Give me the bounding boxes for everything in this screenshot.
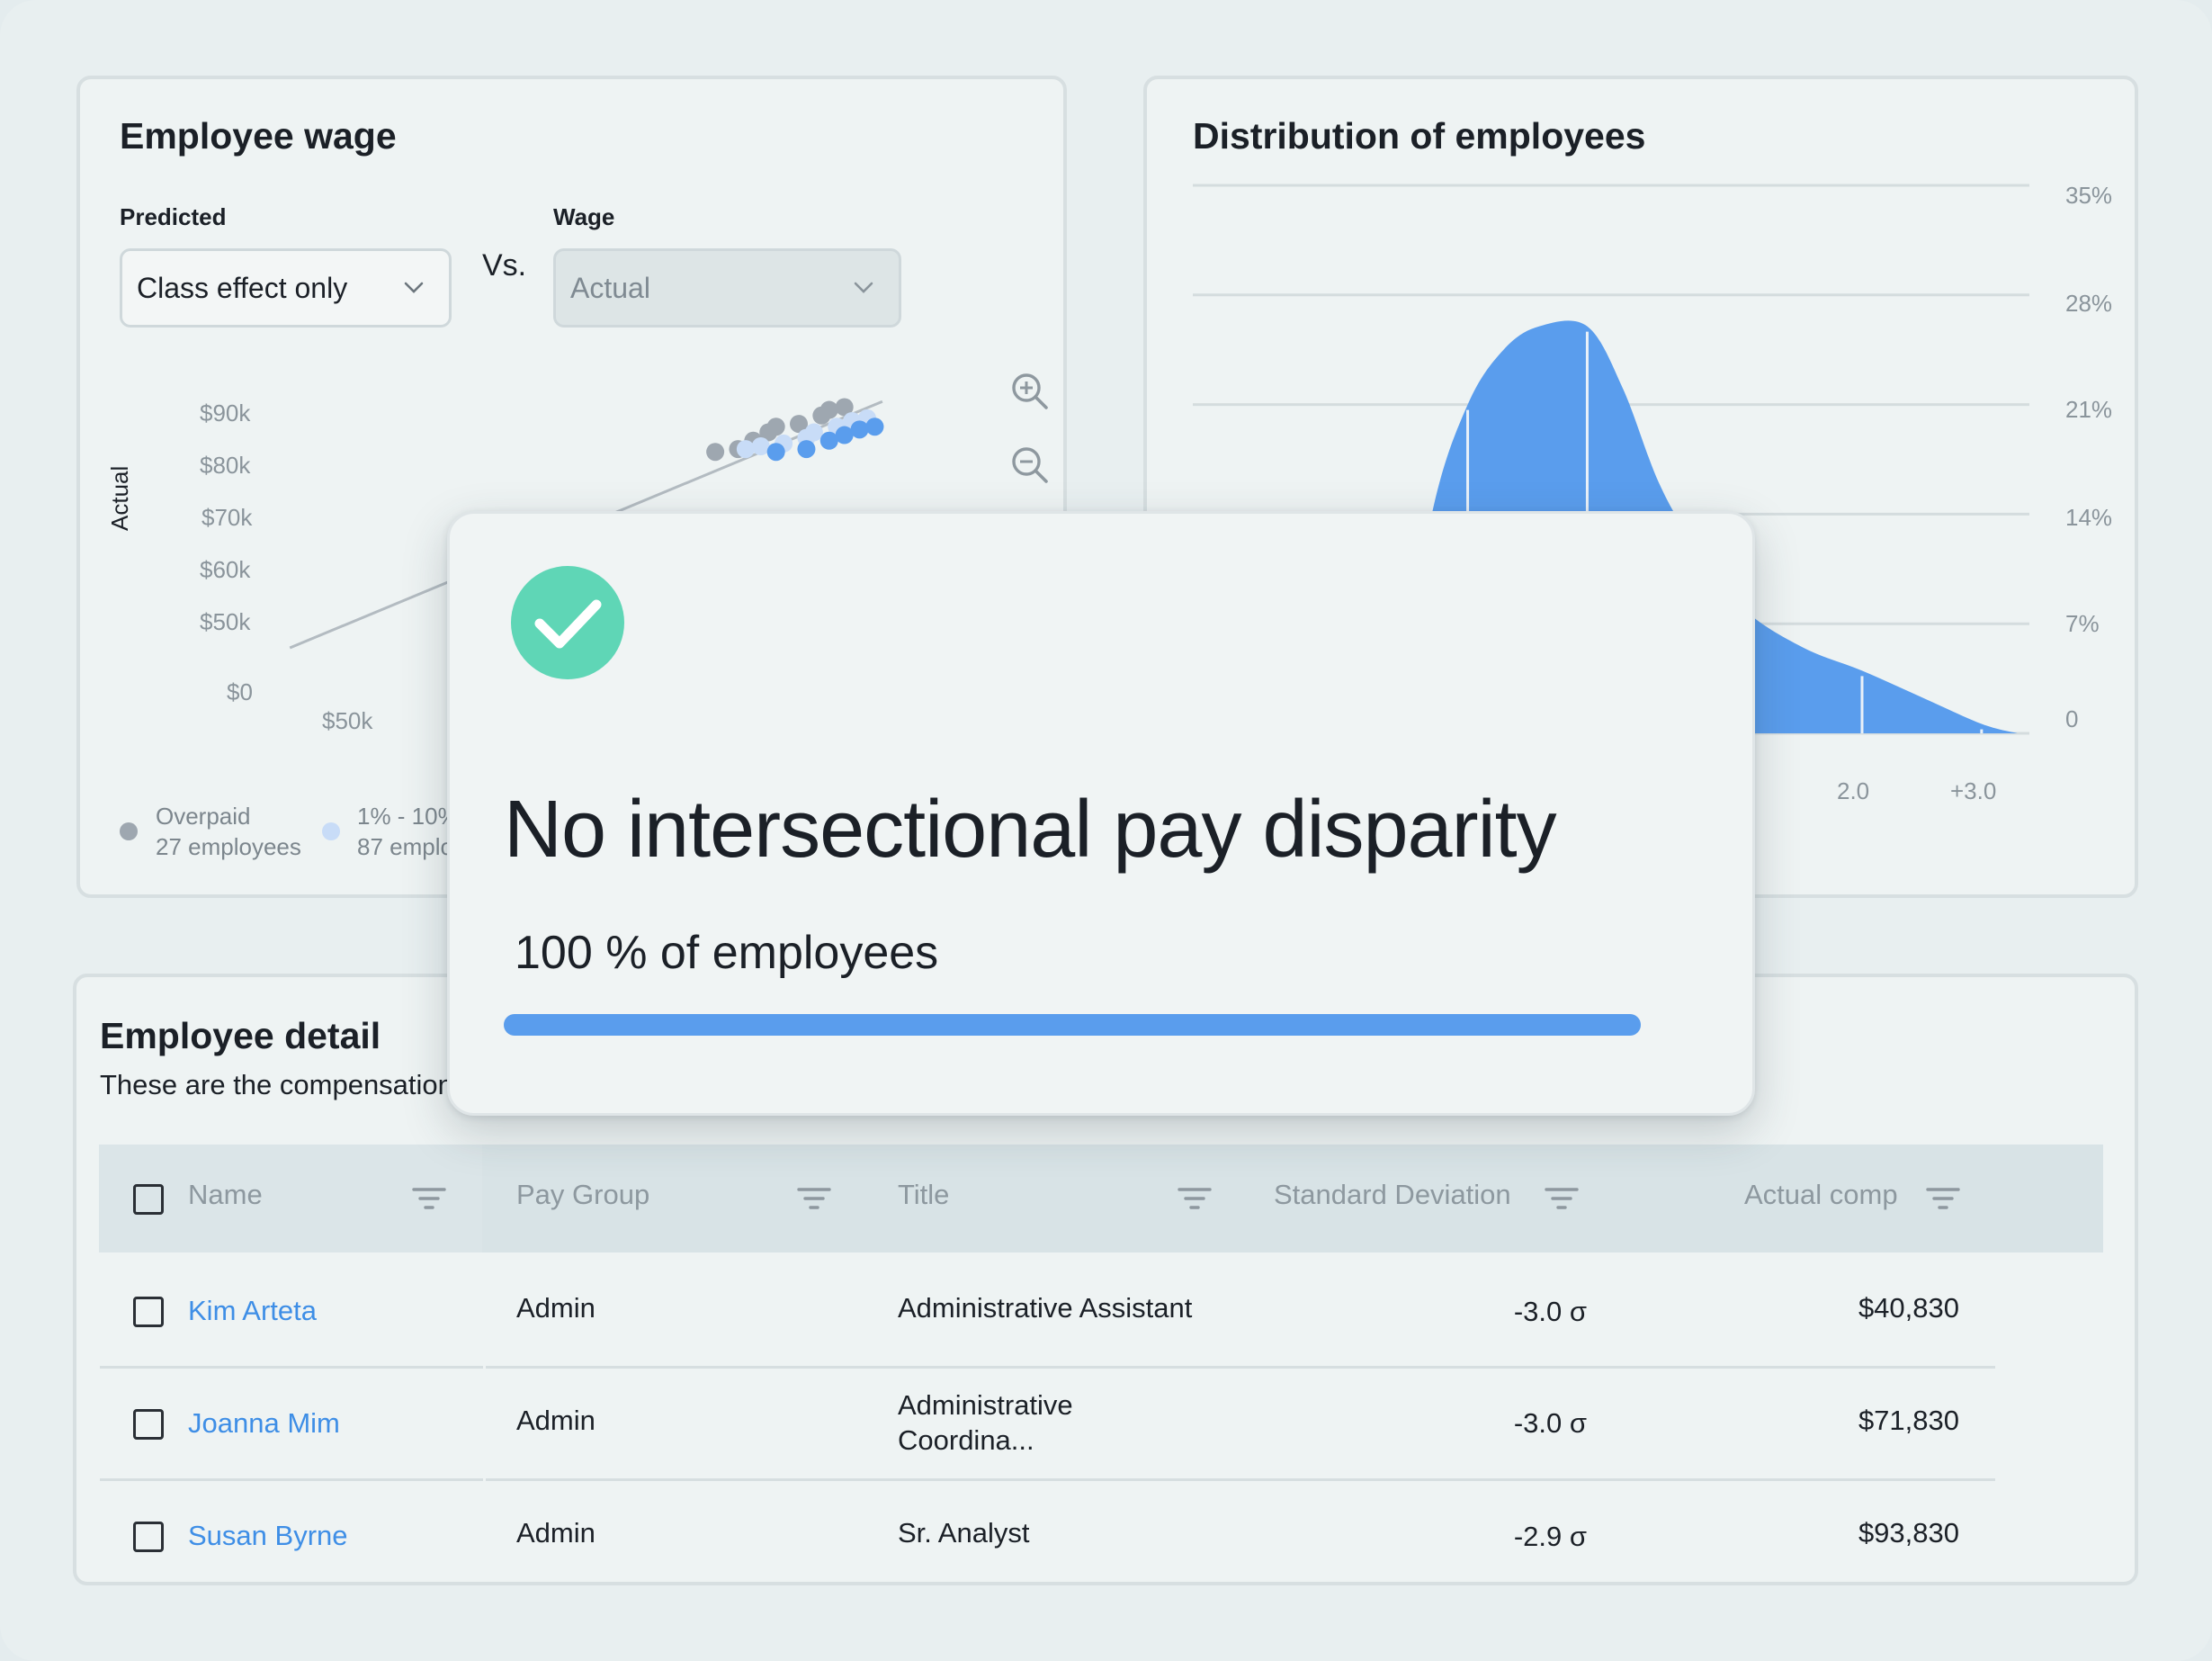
y-tick-right: 7% (2065, 610, 2100, 637)
filter-icon[interactable] (796, 1186, 832, 1213)
y-tick-right: 28% (2065, 290, 2113, 317)
row-checkbox[interactable] (133, 1297, 164, 1327)
y-tick-right: 14% (2065, 504, 2113, 531)
row-divider (486, 1366, 1995, 1369)
title-cell: Sr. Analyst (898, 1517, 1030, 1549)
filter-icon[interactable] (411, 1186, 447, 1213)
select-all-checkbox[interactable] (133, 1184, 164, 1215)
row-divider (100, 1366, 483, 1369)
pay-group-cell: Admin (516, 1292, 596, 1324)
scatter-point (850, 420, 869, 439)
title-cell: Administrative Assistant (898, 1292, 1193, 1324)
employee-detail-subtitle: These are the compensation (100, 1069, 453, 1100)
y-tick-right: 21% (2065, 396, 2113, 423)
column-header-actual-comp[interactable]: Actual comp (1744, 1179, 1898, 1211)
column-header-name[interactable]: Name (188, 1179, 263, 1211)
filter-icon[interactable] (1544, 1186, 1580, 1213)
scatter-point (804, 423, 823, 442)
scatter-point (819, 400, 838, 419)
result-subtitle: 100 % of employees (515, 927, 939, 979)
y-tick: $0 (227, 678, 253, 705)
employee-name-link[interactable]: Susan Byrne (188, 1520, 348, 1552)
wage-label: Wage (553, 203, 615, 230)
scatter-point (797, 440, 816, 459)
y-tick: $80k (200, 452, 251, 479)
scatter-point (766, 417, 785, 436)
zoom-out-icon[interactable] (1009, 444, 1051, 486)
scatter-point (766, 443, 785, 462)
row-checkbox[interactable] (133, 1522, 164, 1552)
y-tick: $70k (201, 504, 253, 531)
column-header-title[interactable]: Title (898, 1179, 949, 1211)
result-progress-bar (504, 1014, 1641, 1036)
result-progress-fill (504, 1014, 1641, 1036)
y-tick: $50k (200, 608, 251, 635)
title-cell: Administrative (898, 1389, 1073, 1421)
filter-icon[interactable] (1177, 1186, 1213, 1213)
predicted-select-value: Class effect only (137, 272, 348, 304)
predicted-select[interactable]: Class effect only (120, 248, 452, 328)
row-divider (100, 1478, 483, 1481)
pay-group-cell: Admin (516, 1405, 596, 1436)
wage-select-value: Actual (570, 272, 650, 304)
chevron-down-icon (854, 282, 873, 293)
standard-deviation-cell: -3.0 σ (1513, 1296, 1587, 1327)
y-axis-label: Actual (106, 465, 133, 531)
title-cell-line-2: Coordina... (898, 1424, 1034, 1456)
y-tick-right: 0 (2065, 705, 2079, 732)
wage-select[interactable]: Actual (553, 248, 901, 328)
vs-label: Vs. (482, 248, 527, 283)
predicted-label: Predicted (120, 203, 227, 230)
standard-deviation-cell: -2.9 σ (1513, 1521, 1587, 1552)
legend-label-overpaid: Overpaid 27 employees (156, 803, 301, 860)
actual-comp-cell: $93,830 (1858, 1517, 1959, 1549)
y-tick: $90k (200, 400, 251, 426)
check-circle-icon (511, 566, 624, 679)
x-tick: +3.0 (1950, 777, 1997, 804)
distribution-title: Distribution of employees (1193, 115, 1646, 157)
column-header-standard-deviation[interactable]: Standard Deviation (1274, 1179, 1511, 1211)
legend-label-1-10: 1% - 10% 87 emplo (357, 803, 459, 860)
result-title: No intersectional pay disparity (504, 785, 1557, 875)
column-header-pay-group[interactable]: Pay Group (516, 1179, 649, 1211)
employee-name-link[interactable]: Kim Arteta (188, 1295, 317, 1327)
employee-wage-title: Employee wage (120, 115, 397, 157)
scatter-point (736, 440, 755, 459)
y-tick-right: 35% (2065, 182, 2113, 209)
scatter-point (706, 443, 725, 462)
standard-deviation-cell: -3.0 σ (1513, 1407, 1587, 1439)
x-tick: $50k (322, 707, 373, 734)
zoom-in-icon[interactable] (1009, 371, 1051, 412)
row-checkbox[interactable] (133, 1409, 164, 1440)
employee-detail-title: Employee detail (100, 1015, 381, 1056)
pay-group-cell: Admin (516, 1517, 596, 1549)
filter-icon[interactable] (1925, 1186, 1961, 1213)
chevron-down-icon (404, 282, 424, 293)
actual-comp-cell: $71,830 (1858, 1405, 1959, 1436)
legend-dot-1-10 (322, 822, 340, 840)
scatter-point (865, 417, 884, 436)
x-tick: 2.0 (1837, 777, 1870, 804)
y-tick: $60k (200, 556, 251, 583)
pay-disparity-result-dialog: No intersectional pay disparity 100 % of… (447, 511, 1755, 1116)
row-divider (486, 1478, 1995, 1481)
legend-dot-overpaid (120, 822, 138, 840)
employee-name-link[interactable]: Joanna Mim (188, 1407, 340, 1440)
actual-comp-cell: $40,830 (1858, 1292, 1959, 1324)
